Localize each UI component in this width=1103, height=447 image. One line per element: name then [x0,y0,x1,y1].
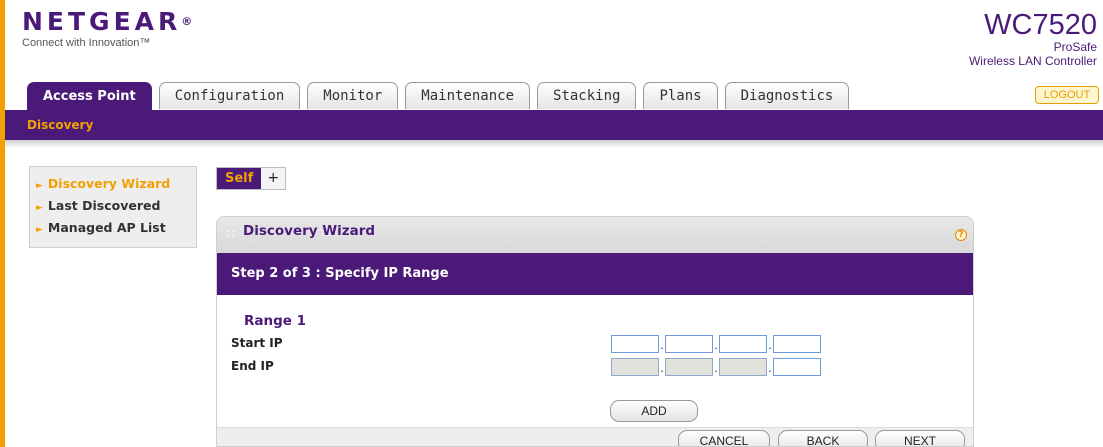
tab-monitor[interactable]: Monitor [307,82,399,109]
subbar-shadow [5,140,1103,148]
sidebar-item-last-discovered[interactable]: ► Last Discovered [36,196,196,218]
tab-diagnostics[interactable]: Diagnostics [724,82,850,109]
start-ip-octet-3[interactable] [719,335,767,353]
back-button[interactable]: BACK [778,430,868,446]
end-ip-field: . . . [611,358,821,376]
tab-access-point[interactable]: Access Point [27,82,152,110]
tab-stacking[interactable]: Stacking [537,82,637,109]
logout-button[interactable]: LOGOUT [1035,86,1099,104]
start-ip-field: . . . [611,335,821,353]
sidebar-item-managed-ap-list[interactable]: ► Managed AP List [36,218,196,240]
subtab-self[interactable]: Self [217,168,262,189]
add-button[interactable]: ADD [610,400,698,422]
chevron-right-icon: ► [36,203,43,213]
grip-icon: ∷ [227,227,235,241]
chevron-right-icon: ► [36,181,43,191]
sidebar-item-label: Managed AP List [47,220,166,235]
product-model: WC7520 [984,9,1097,41]
tab-maintenance[interactable]: Maintenance [405,82,530,109]
tab-configuration[interactable]: Configuration [158,82,301,109]
product-title: WC7520 ProSafe Wireless LAN Controller [969,10,1097,68]
step-header: Step 2 of 3 : Specify IP Range [217,253,973,295]
step-title: Step 2 of 3 : Specify IP Range [231,266,449,281]
logo-wordmark: NETGEAR® [22,8,192,36]
range-title: Range 1 [244,313,307,329]
netgear-logo: NETGEAR® Connect with Innovation™ [22,8,192,50]
tab-plans[interactable]: Plans [643,82,718,109]
sidebar-item-label: Last Discovered [47,198,161,213]
sidebar-item-discovery-wizard[interactable]: ► Discovery Wizard [36,174,196,196]
start-ip-octet-2[interactable] [665,335,713,353]
product-line: ProSafe [1053,40,1097,54]
end-ip-label: End IP [231,359,274,373]
end-ip-octet-2 [665,358,713,376]
start-ip-octet-1[interactable] [611,335,659,353]
end-ip-octet-1 [611,358,659,376]
start-ip-octet-4[interactable] [773,335,821,353]
sidebar-nav: ► Discovery Wizard ► Last Discovered ► Mana… [29,166,197,248]
main-tabs: Access Point Configuration Monitor Maint… [27,82,856,110]
product-description: Wireless LAN Controller [968,54,1097,68]
logo-text: NETGEAR [22,7,182,36]
subnav-item-discovery[interactable]: Discovery [27,118,93,132]
panel-title: Discovery Wizard [243,223,376,239]
next-button[interactable]: NEXT [875,430,965,446]
sidebar-item-label: Discovery Wizard [47,176,171,191]
end-ip-octet-3 [719,358,767,376]
logo-tagline: Connect with Innovation™ [22,37,151,49]
left-accent-stripe [0,0,5,447]
subtab-add-button[interactable]: + [261,168,285,189]
discovery-wizard-panel: ∷ Discovery Wizard ? Step 2 of 3 : Speci… [216,216,974,447]
controller-subtabs: Self + [216,167,287,190]
cancel-button[interactable]: CANCEL [678,430,770,446]
start-ip-label: Start IP [231,336,283,350]
chevron-right-icon: ► [36,225,43,235]
end-ip-octet-4[interactable] [773,358,821,376]
sub-navigation-bar: Discovery [5,110,1103,140]
help-icon[interactable]: ? [955,229,967,241]
logo-registered-mark: ® [181,15,193,28]
panel-header: ∷ Discovery Wizard ? [217,217,973,253]
